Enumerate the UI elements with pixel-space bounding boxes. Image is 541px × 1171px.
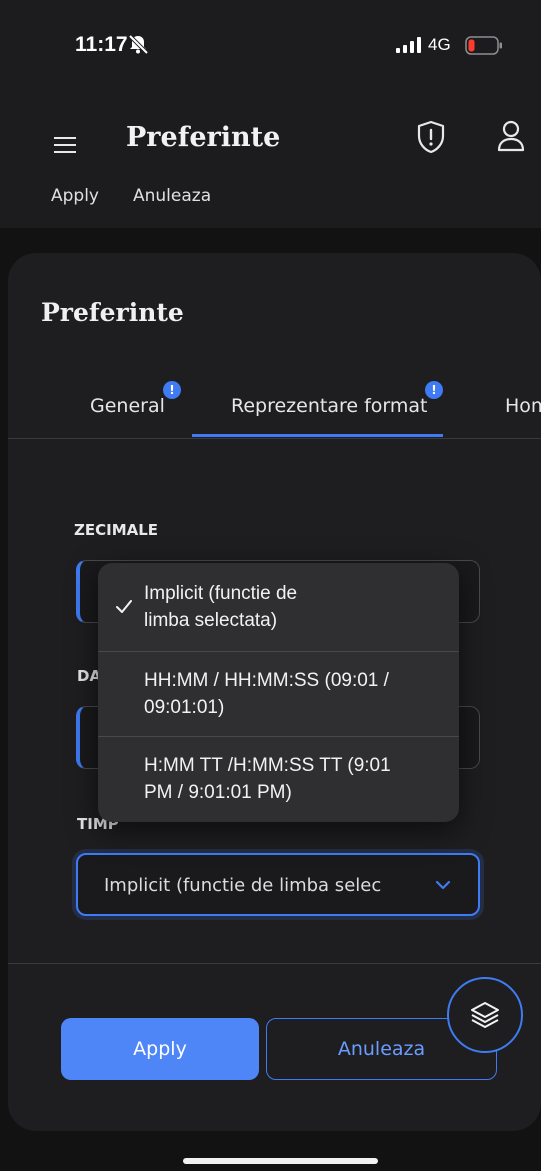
bell-slash-icon	[128, 34, 149, 55]
timp-select-value: Implicit (functie de limba selec	[104, 875, 382, 896]
time-format-dropdown: Implicit (functie de limba selectata) HH…	[98, 563, 459, 822]
sheet-title: Preferinte	[41, 298, 184, 327]
app-header: Preferinte Apply Anuleaza	[0, 90, 541, 228]
layers-icon	[471, 1002, 499, 1028]
zecimale-label: ZECIMALE	[74, 521, 159, 539]
dropdown-option-24h[interactable]: HH:MM / HH:MM:SS (09:01 / 09:01:01)	[98, 652, 459, 736]
header-cancel-link[interactable]: Anuleaza	[133, 186, 211, 206]
tab-format-alert-badge: !	[425, 381, 443, 399]
status-time: 11:17	[75, 33, 128, 56]
header-apply-link[interactable]: Apply	[51, 186, 99, 206]
active-tab-indicator	[192, 434, 443, 437]
footer-divider	[8, 963, 541, 964]
dropdown-option-label: HH:MM / HH:MM:SS (09:01 / 09:01:01)	[144, 670, 389, 718]
battery-icon	[465, 36, 502, 55]
dropdown-option-label: Implicit (functie de limba selectata)	[144, 583, 298, 631]
tab-reprezentare-format[interactable]: Reprezentare format	[231, 395, 428, 417]
user-icon[interactable]	[497, 120, 525, 152]
dropdown-option-implicit[interactable]: Implicit (functie de limba selectata)	[98, 563, 459, 651]
page-title: Preferinte	[126, 122, 281, 153]
tabs-divider	[8, 438, 541, 439]
tab-home[interactable]: Home	[505, 395, 541, 417]
signal-icon	[396, 37, 421, 53]
chevron-down-icon	[435, 880, 451, 890]
tab-general[interactable]: General	[90, 395, 165, 417]
dropdown-option-label: H:MM TT /H:MM:SS TT (9:01 PM / 9:01:01 P…	[144, 755, 391, 803]
checkmark-icon	[116, 600, 132, 613]
tab-general-alert-badge: !	[163, 381, 181, 399]
status-bar: 11:17 4G	[0, 0, 541, 90]
shield-alert-icon[interactable]	[416, 120, 446, 154]
apply-button[interactable]: Apply	[61, 1018, 259, 1080]
hamburger-menu-icon[interactable]	[54, 137, 76, 153]
network-label: 4G	[428, 35, 451, 54]
layers-button[interactable]	[447, 977, 523, 1053]
home-indicator[interactable]	[183, 1158, 378, 1164]
timp-select[interactable]: Implicit (functie de limba selec	[76, 853, 480, 916]
dropdown-option-12h[interactable]: H:MM TT /H:MM:SS TT (9:01 PM / 9:01:01 P…	[98, 737, 459, 822]
